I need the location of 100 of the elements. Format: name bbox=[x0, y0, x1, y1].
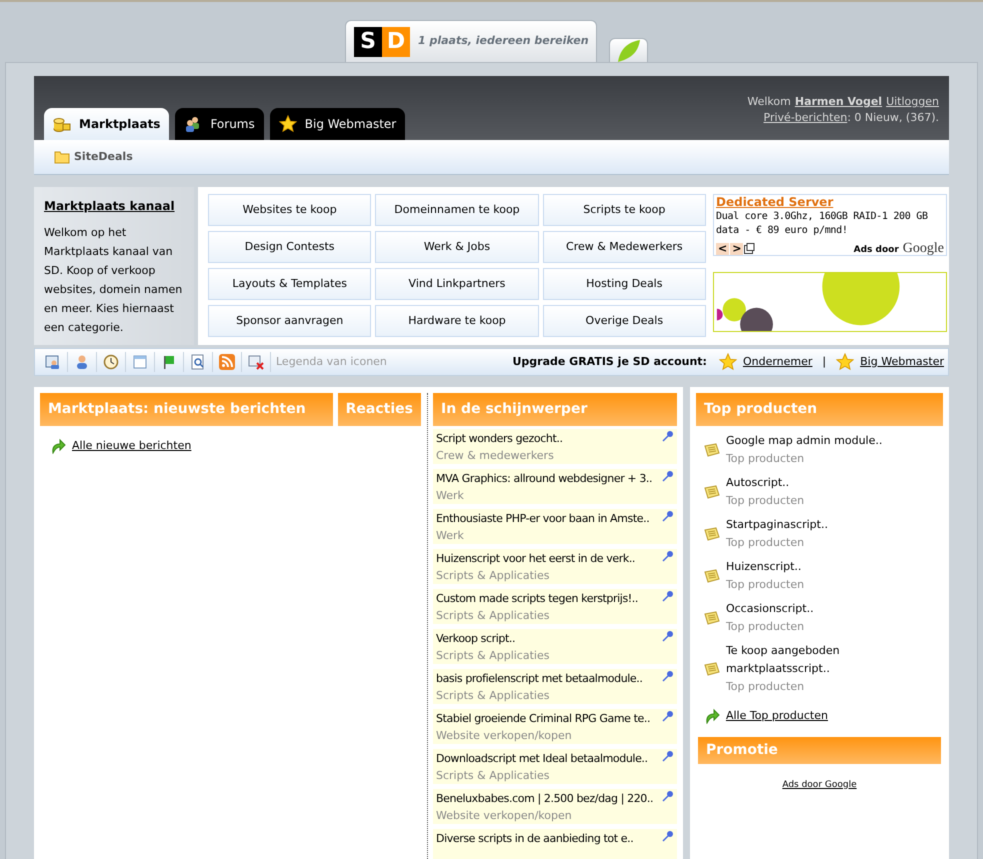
category-link[interactable]: Domeinnamen te koop bbox=[375, 194, 539, 226]
pushpin-icon bbox=[662, 470, 674, 482]
spotlight-title: Enthousiaste PHP-er voor baan in Amste.. bbox=[436, 511, 650, 527]
delete-document-icon[interactable] bbox=[248, 354, 264, 370]
pushpin-icon bbox=[662, 550, 674, 562]
product-category: Top producten bbox=[726, 577, 806, 593]
flag-icon[interactable] bbox=[161, 354, 177, 370]
google-ads-link[interactable]: Ads door Google bbox=[782, 780, 857, 790]
category-link[interactable]: Design Contests bbox=[208, 231, 372, 263]
spotlight-item[interactable]: Script wonders gezocht.. Crew & medewerkers bbox=[433, 429, 677, 464]
pushpin-icon bbox=[662, 790, 674, 802]
spotlight-title: Custom made scripts tegen kerstprijs!.. bbox=[436, 591, 638, 607]
spotlight-item[interactable]: Huizenscript voor het eerst in de verk.. Scripts & Applicaties bbox=[433, 549, 677, 584]
pushpin-icon bbox=[662, 630, 674, 642]
ad-text: Dual core 3.0Ghz, 160GB RAID-1 200 GB data - € 89 euro p/mnd! bbox=[716, 210, 929, 238]
ads-by-label: Ads door bbox=[854, 244, 899, 257]
section-header: Top producten bbox=[696, 393, 943, 426]
separator: | bbox=[822, 354, 826, 370]
star-icon bbox=[718, 353, 737, 371]
spotlight-title: basis profielenscript met betaalmodule.. bbox=[436, 671, 642, 687]
category-link[interactable]: Crew & Medewerkers bbox=[542, 231, 706, 263]
curved-arrow-icon bbox=[704, 708, 720, 724]
spotlight-title: Verkoop script.. bbox=[436, 631, 516, 647]
contact-card-icon[interactable] bbox=[45, 354, 61, 370]
spotlight-item[interactable]: Downloadscript met Ideal betaalmodule.. Scripts & Applicaties bbox=[433, 749, 677, 784]
next-ad-button[interactable]: > bbox=[730, 242, 744, 254]
note-icon bbox=[704, 569, 720, 583]
note-icon bbox=[704, 485, 720, 499]
spotlight-title: MVA Graphics: allround webdesigner + 3.. bbox=[436, 471, 652, 487]
logo-tab[interactable]: S D 1 plaats, iedereen bereiken bbox=[345, 20, 597, 62]
all-products-link[interactable]: Alle Top producten bbox=[726, 708, 828, 724]
pushpin-icon bbox=[662, 670, 674, 682]
star-icon bbox=[278, 115, 297, 133]
spotlight-title: Beneluxbabes.com | 2.500 bez/dag | 220.. bbox=[436, 791, 654, 807]
note-icon bbox=[704, 527, 720, 541]
upgrade-link[interactable]: Big Webmaster bbox=[860, 354, 944, 370]
category-link[interactable]: Vind Linkpartners bbox=[375, 268, 539, 300]
product-link[interactable]: Huizenscript.. bbox=[726, 558, 886, 576]
spotlight-item[interactable]: Enthousiaste PHP-er voor baan in Amste.. Werk bbox=[433, 509, 677, 544]
user-icon[interactable] bbox=[74, 354, 90, 370]
username-link[interactable]: Harmen Vogel bbox=[794, 94, 882, 110]
coins-icon bbox=[53, 115, 71, 133]
spotlight-category: Website verkopen/kopen bbox=[436, 808, 573, 824]
welcome-text: Welkom bbox=[747, 94, 791, 110]
product-link[interactable]: Google map admin module.. bbox=[726, 432, 886, 450]
nav-tab[interactable]: Marktplaats bbox=[44, 108, 170, 140]
product-link[interactable]: Startpaginascript.. bbox=[726, 516, 886, 534]
spotlight-item[interactable]: Stabiel groeiende Criminal RPG Game te.. Website verkopen/kopen bbox=[433, 709, 677, 744]
category-link[interactable]: Overige Deals bbox=[542, 305, 706, 337]
external-window-icon[interactable] bbox=[744, 243, 756, 254]
category-link[interactable]: Hardware te koop bbox=[375, 305, 539, 337]
category-link[interactable]: Scripts te koop bbox=[542, 194, 706, 226]
spotlight-category: Werk bbox=[436, 528, 465, 544]
leaf-icon bbox=[616, 38, 642, 62]
logout-link[interactable]: Uitloggen bbox=[886, 94, 939, 110]
icon-legend-text: Legenda van iconen bbox=[276, 354, 387, 370]
upgrade-label: Upgrade GRATIS je SD account: bbox=[512, 354, 707, 370]
pushpin-icon bbox=[662, 750, 674, 762]
product-category: Top producten bbox=[726, 451, 806, 467]
clock-icon[interactable] bbox=[103, 354, 119, 370]
breadcrumb-link[interactable]: SiteDeals bbox=[74, 148, 133, 166]
all-posts-link[interactable]: Alle nieuwe berichten bbox=[72, 438, 192, 454]
pushpin-icon bbox=[662, 590, 674, 602]
nav-tab[interactable]: Forums bbox=[175, 108, 264, 140]
channel-title: Marktplaats kanaal bbox=[44, 198, 176, 215]
spotlight-title: Huizenscript voor het eerst in de verk.. bbox=[436, 551, 636, 567]
product-link[interactable]: Te koop aangeboden marktplaatsscript.. bbox=[726, 642, 886, 678]
spotlight-item[interactable]: Beneluxbabes.com | 2.500 bez/dag | 220.. Website verkopen/kopen bbox=[433, 789, 677, 824]
category-link[interactable]: Sponsor aanvragen bbox=[208, 305, 372, 337]
category-link[interactable]: Werk & Jobs bbox=[375, 231, 539, 263]
search-document-icon[interactable] bbox=[190, 354, 206, 370]
category-link[interactable]: Websites te koop bbox=[208, 194, 372, 226]
spotlight-category: Scripts & Applicaties bbox=[436, 768, 550, 784]
previous-ad-button[interactable]: < bbox=[716, 242, 730, 254]
category-link[interactable]: Hosting Deals bbox=[542, 268, 706, 300]
spotlight-category: Scripts & Applicaties bbox=[436, 568, 550, 584]
spotlight-item[interactable]: basis profielenscript met betaalmodule.. Scripts & Applicaties bbox=[433, 669, 677, 704]
product-category: Top producten bbox=[726, 535, 806, 551]
spotlight-item[interactable]: Diverse scripts in de aanbieding tot e.. bbox=[433, 829, 677, 859]
spotlight-title: Script wonders gezocht.. bbox=[436, 431, 563, 447]
star-icon bbox=[836, 353, 854, 371]
nav-tab[interactable]: Big Webmaster bbox=[270, 108, 406, 140]
product-link[interactable]: Occasionscript.. bbox=[726, 600, 886, 618]
spotlight-item[interactable]: MVA Graphics: allround webdesigner + 3.. Werk bbox=[433, 469, 677, 504]
spotlight-item[interactable]: Custom made scripts tegen kerstprijs!.. Scripts & Applicaties bbox=[433, 589, 677, 624]
rss-icon[interactable] bbox=[219, 354, 235, 370]
category-link[interactable]: Layouts & Templates bbox=[208, 268, 372, 300]
product-link[interactable]: Autoscript.. bbox=[726, 474, 886, 492]
spotlight-category: Werk bbox=[436, 488, 465, 504]
pushpin-icon bbox=[662, 430, 674, 442]
product-category: Top producten bbox=[726, 619, 806, 635]
private-messages-link[interactable]: Privé-berichten bbox=[764, 110, 848, 126]
spotlight-item[interactable]: Verkoop script.. Scripts & Applicaties bbox=[433, 629, 677, 664]
upgrade-link[interactable]: Ondernemer bbox=[742, 354, 812, 370]
pushpin-icon bbox=[662, 710, 674, 722]
note-icon bbox=[704, 662, 720, 676]
spotlight-title: Stabiel groeiende Criminal RPG Game te.. bbox=[436, 711, 650, 727]
product-category: Top producten bbox=[726, 493, 806, 509]
calendar-icon[interactable] bbox=[132, 354, 148, 370]
message-count: : 0 Nieuw, (367). bbox=[847, 110, 939, 126]
